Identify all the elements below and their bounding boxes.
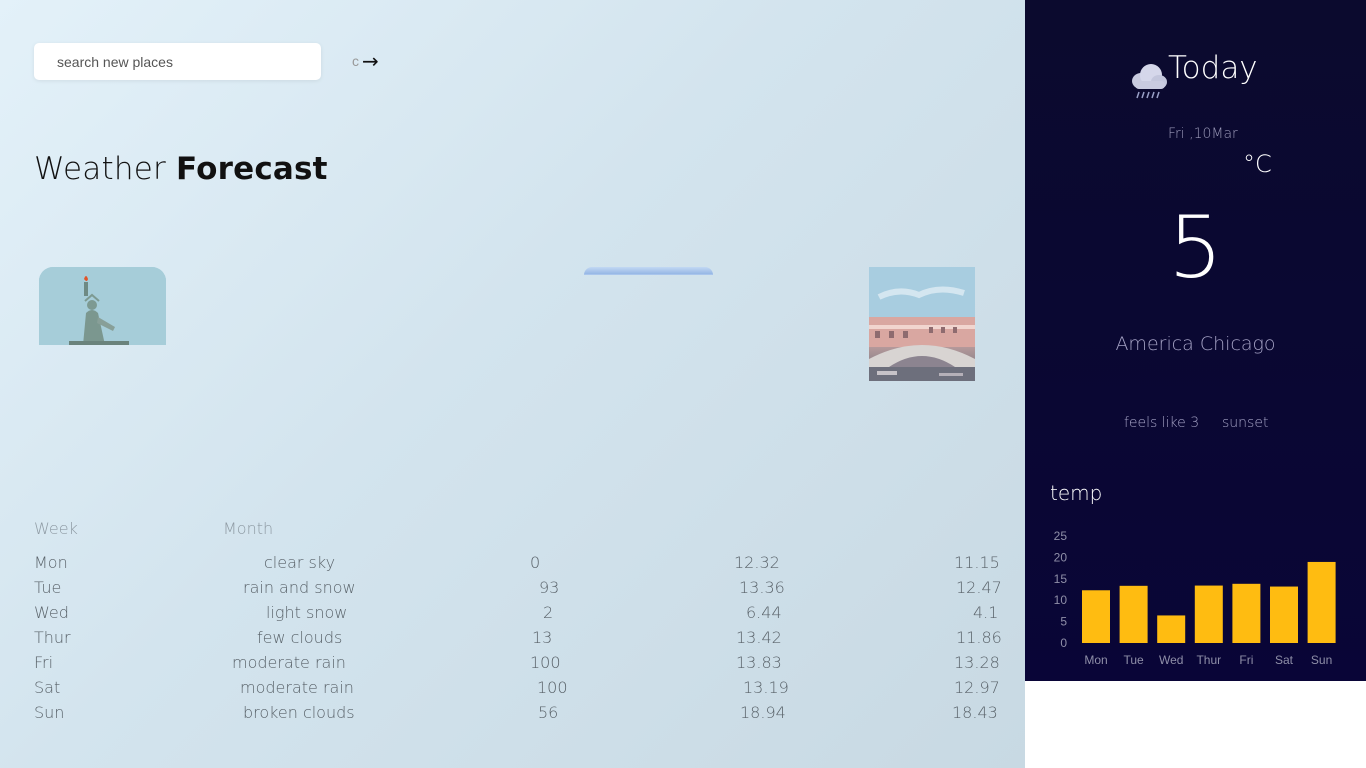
temp-bar-wed: [1157, 615, 1186, 643]
forecast-row: Fri moderate rain 100 13.83 13.28: [34, 650, 1014, 675]
main-panel: c → Weather Forecast: [0, 0, 1025, 768]
forecast-min-temp: 4.1: [973, 603, 999, 622]
forecast-row: Sat moderate rain 100 13.19 12.97: [34, 675, 1014, 700]
sunset-label: sunset: [1222, 415, 1269, 431]
search-submit-arrow-icon[interactable]: →: [362, 49, 379, 73]
y-tick-label: 25: [1054, 529, 1068, 543]
forecast-row: Tue rain and snow 93 13.36 12.47: [34, 575, 1014, 600]
search-peek-text: c: [352, 53, 359, 69]
temp-bar-sun: [1307, 561, 1336, 643]
forecast-min-temp: 11.15: [954, 553, 1000, 572]
forecast-day: Tue: [34, 578, 62, 597]
feels-like: feels like 3: [1124, 415, 1200, 431]
forecast-row: Mon clear sky 0 12.32 11.15: [34, 550, 1014, 575]
page-title-bold: Forecast: [175, 151, 328, 187]
venice-image: [869, 267, 975, 381]
current-temperature: 5: [1168, 198, 1223, 298]
place-card-sky[interactable]: [584, 267, 713, 275]
forecast-tabs: Week Month: [34, 519, 1014, 541]
forecast-humidity: 0: [530, 553, 541, 572]
x-tick-label: Mon: [1084, 653, 1107, 667]
temperature-unit-toggle[interactable]: °C: [1243, 150, 1272, 178]
x-tick-label: Sat: [1275, 653, 1294, 667]
forecast-description: rain and snow: [243, 578, 356, 597]
forecast-min-temp: 13.28: [954, 653, 1000, 672]
chart-title: temp: [1050, 481, 1103, 505]
tab-month[interactable]: Month: [223, 519, 273, 538]
y-tick-label: 5: [1060, 615, 1067, 629]
place-card-venice[interactable]: [869, 267, 975, 381]
forecast-max-temp: 13.36: [739, 578, 785, 597]
search-bar: c →: [34, 43, 379, 80]
temp-bar-tue: [1119, 585, 1148, 643]
tab-week[interactable]: Week: [34, 519, 78, 538]
forecast-min-temp: 18.43: [952, 703, 998, 722]
y-tick-label: 15: [1054, 572, 1068, 586]
forecast-humidity: 100: [530, 653, 561, 672]
place-card-statue-of-liberty[interactable]: [39, 267, 166, 345]
forecast-max-temp: 13.19: [743, 678, 789, 697]
forecast-day: Thur: [34, 628, 71, 647]
today-sidebar: Today Fri ,10Mar °C 5 America Chicago fe…: [1025, 0, 1366, 681]
forecast-day: Sat: [34, 678, 61, 697]
rain-cloud-icon: [1132, 64, 1167, 99]
page-title-light: Weather: [34, 151, 176, 187]
x-tick-label: Wed: [1159, 653, 1183, 667]
forecast-max-temp: 13.42: [736, 628, 782, 647]
forecast-description: broken clouds: [243, 703, 355, 722]
sky-image: [584, 274, 713, 275]
temperature-bar-chart: 0 5 10 15 20 25 Mon Tue Wed Thur Fri Sat Sun: [1054, 529, 1336, 667]
forecast-min-temp: 12.47: [956, 578, 1002, 597]
today-label: Today: [1168, 50, 1258, 86]
forecast-max-temp: 18.94: [740, 703, 786, 722]
forecast-min-temp: 12.97: [954, 678, 1000, 697]
forecast-description: light snow: [266, 603, 348, 622]
temp-bar-fri: [1232, 583, 1261, 643]
forecast-humidity: 13: [532, 628, 553, 647]
forecast-max-temp: 12.32: [734, 553, 780, 572]
forecast-humidity: 93: [539, 578, 560, 597]
location-name: America Chicago: [1115, 333, 1276, 355]
forecast-humidity: 56: [538, 703, 559, 722]
page-title: Weather Forecast: [34, 151, 328, 187]
forecast-description: moderate rain: [232, 653, 346, 672]
forecast-description: moderate rain: [240, 678, 354, 697]
y-tick-label: 0: [1060, 636, 1067, 650]
x-tick-label: Thur: [1196, 653, 1221, 667]
y-tick-label: 10: [1054, 593, 1068, 607]
forecast-day: Fri: [34, 653, 54, 672]
forecast-description: clear sky: [264, 553, 336, 572]
search-input[interactable]: [34, 43, 321, 80]
forecast-humidity: 100: [537, 678, 568, 697]
forecast-day: Sun: [34, 703, 65, 722]
forecast-day: Mon: [34, 553, 68, 572]
x-tick-label: Sun: [1311, 653, 1332, 667]
temp-bar-thur: [1194, 585, 1223, 643]
today-date: Fri ,10Mar: [1168, 126, 1238, 142]
forecast-max-temp: 6.44: [746, 603, 782, 622]
statue-of-liberty-image: [39, 267, 166, 345]
forecast-description: few clouds: [257, 628, 343, 647]
forecast-table: Mon clear sky 0 12.32 11.15 Tue rain and…: [34, 550, 1014, 725]
forecast-day: Wed: [34, 603, 69, 622]
forecast-min-temp: 11.86: [956, 628, 1002, 647]
x-tick-label: Tue: [1123, 653, 1144, 667]
temp-bar-sat: [1270, 586, 1298, 643]
forecast-row: Sun broken clouds 56 18.94 18.43: [34, 700, 1014, 725]
forecast-humidity: 2: [543, 603, 554, 622]
forecast-row: Wed light snow 2 6.44 4.1: [34, 600, 1014, 625]
forecast-row: Thur few clouds 13 13.42 11.86: [34, 625, 1014, 650]
x-tick-label: Fri: [1239, 653, 1253, 667]
temp-bar-mon: [1082, 590, 1110, 643]
y-tick-label: 20: [1054, 550, 1068, 564]
forecast-max-temp: 13.83: [736, 653, 782, 672]
